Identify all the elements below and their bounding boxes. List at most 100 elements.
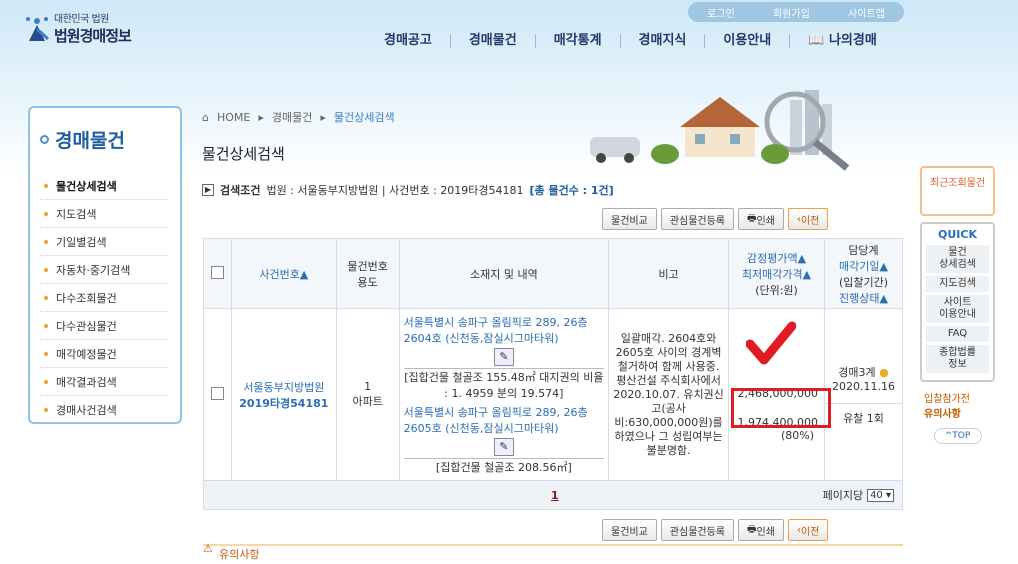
col-date-label: 매각기일: [839, 259, 880, 273]
nav-auction-knowledge[interactable]: 경매지식: [619, 34, 705, 48]
top-label: TOP: [952, 431, 971, 441]
col-min-price-label: 최저매각가격: [741, 267, 803, 281]
col-period-label: (입찰기간): [838, 275, 889, 289]
col-item-label: 물건번호: [347, 259, 388, 273]
col-case-no[interactable]: 사건번호▲: [230, 238, 337, 309]
search-condition: ▶ 검색조건 법원 : 서울동부지방법원 | 사건번호 : 2019타경5418…: [202, 182, 614, 198]
side-item-date-search[interactable]: 기일별검색: [40, 228, 168, 256]
site-logo[interactable]: 대한민국 법원 법원경매정보: [20, 10, 132, 46]
per-page-label: 페이지당: [822, 489, 864, 502]
nav-my-auction-label: 나의경매: [828, 33, 877, 48]
min-price-percent: (80%): [780, 429, 814, 442]
case-court: 서울동부지방법원: [243, 380, 325, 394]
toolbar-bottom: 물건비교 관심물건등록 🖶 인쇄 ‹ 이전: [602, 519, 829, 541]
status-value: 유찰 1회: [825, 402, 902, 426]
chevron-right-icon: ▸: [258, 110, 264, 124]
register-interest-button[interactable]: 관심물건등록: [660, 208, 735, 230]
recent-items[interactable]: 최근조회물건: [920, 166, 995, 216]
side-menu: 경매물건 물건상세검색 지도검색 기일별검색 자동차·중기검색 다수조회물건 다…: [28, 106, 182, 424]
court-logo-icon: [20, 11, 54, 45]
utility-nav: 로그인 회원가입 사이트맵: [688, 2, 904, 22]
side-item-results[interactable]: 매각결과검색: [40, 368, 168, 396]
quick-site-guide[interactable]: 사이트 이용안내: [926, 295, 989, 323]
notice-section: ⚠ 유의사항: [203, 542, 903, 564]
side-item-most-viewed[interactable]: 다수조회물건: [40, 284, 168, 312]
page-title: 물건상세검색: [202, 145, 285, 163]
quick-legal-info[interactable]: 종합법률 정보: [926, 345, 989, 373]
address-link-2[interactable]: 서울특별시 송파구 올림픽로 289, 26층2605호 (신천동,잠실시그마타…: [404, 404, 605, 436]
bid-notice-link[interactable]: 입찰참가전 유의사항: [920, 388, 995, 422]
quick-detail-search[interactable]: 물건 상세검색: [926, 245, 989, 273]
per-page-select[interactable]: 40 ▾: [867, 488, 894, 502]
schedule-cell: 경매3계 ● 2020.11.16 유찰 1회: [824, 308, 903, 481]
quick-map-search[interactable]: 지도검색: [926, 276, 989, 292]
address-link-1[interactable]: 서울특별시 송파구 올림픽로 289, 26층2604호 (신천동,잠실시그마타…: [404, 314, 605, 346]
logo-title: 법원경매정보: [54, 27, 132, 45]
logo-subtitle: 대한민국 법원: [54, 14, 109, 25]
printer-icon: 🖶: [747, 523, 757, 535]
house-illustration: [590, 90, 850, 171]
detail-1: [집합건물 철골조 155.48㎡ 대지권의 비율 : 1. 4959 분의 1…: [403, 368, 605, 401]
crumb-items[interactable]: 경매물건: [272, 109, 312, 125]
select-all-cell: [203, 238, 232, 309]
col-unit-label: (단위:원): [755, 283, 798, 297]
quick-faq[interactable]: FAQ: [926, 326, 989, 342]
case-cell[interactable]: 서울동부지방법원 2019타경54181: [230, 308, 337, 481]
toolbar-top: 물건비교 관심물건등록 🖶 인쇄 ‹ 이전: [602, 208, 829, 230]
side-item-detail-search[interactable]: 물건상세검색: [40, 172, 168, 200]
crumb-current: 물건상세검색: [333, 111, 395, 124]
side-item-label: 지도검색: [56, 207, 97, 221]
compare-button[interactable]: 물건비교: [602, 208, 657, 230]
chevron-right-icon: ▸: [320, 110, 326, 124]
print-button[interactable]: 🖶 인쇄: [738, 519, 784, 541]
login-link[interactable]: 로그인: [707, 5, 735, 20]
prev-button[interactable]: ‹ 이전: [787, 208, 829, 230]
item-usage: 아파트: [352, 395, 383, 408]
side-item-label: 매각예정물건: [56, 347, 117, 361]
top-button[interactable]: ^TOP: [933, 428, 982, 444]
quick-links: QUICK 물건 상세검색 지도검색 사이트 이용안내 FAQ 종합법률 정보: [920, 222, 995, 382]
side-item-case-search[interactable]: 경매사건검색: [40, 396, 168, 424]
prev-button[interactable]: ‹ 이전: [787, 519, 829, 541]
sitemap-link[interactable]: 사이트맵: [848, 5, 885, 20]
printer-icon: 🖶: [747, 212, 757, 224]
per-page: 페이지당 40 ▾: [823, 487, 894, 503]
side-item-label: 다수관심물건: [56, 319, 117, 333]
prev-label: 이전: [800, 526, 820, 538]
photo-icon[interactable]: ✎: [493, 438, 514, 456]
col-dept[interactable]: 담당계 매각기일▲ (입찰기간) 진행상태▲: [824, 238, 903, 309]
side-item-most-interest[interactable]: 다수관심물건: [40, 312, 168, 340]
select-all-checkbox[interactable]: [210, 265, 224, 279]
col-location: 소재지 및 내역: [398, 238, 610, 309]
nav-auction-items[interactable]: 경매물건: [449, 34, 535, 48]
crumb-home[interactable]: HOME: [217, 111, 250, 124]
compare-button[interactable]: 물건비교: [602, 519, 657, 541]
nav-auction-notice[interactable]: 경매공고: [366, 34, 450, 48]
quick-title: QUICK: [938, 228, 977, 241]
item-cell: 1 아파트: [335, 308, 400, 481]
pagination: 1 페이지당 40 ▾: [203, 480, 903, 510]
nav-guide[interactable]: 이용안내: [704, 34, 789, 48]
nav-sale-stats[interactable]: 매각통계: [534, 34, 620, 48]
location-cell: 서울특별시 송파구 올림픽로 289, 26층2604호 (신천동,잠실시그마타…: [398, 308, 610, 481]
col-price[interactable]: 감정평가액▲ 최저매각가격▲ (단위:원): [728, 238, 825, 309]
side-menu-title-text: 경매물건: [55, 130, 125, 152]
photo-icon[interactable]: ✎: [493, 348, 514, 366]
dept-value: 경매3계: [838, 365, 876, 379]
item-number: 1: [364, 380, 372, 393]
page-1-link[interactable]: 1: [551, 489, 559, 502]
register-interest-button[interactable]: 관심물건등록: [660, 519, 735, 541]
row-checkbox[interactable]: [210, 386, 224, 400]
signup-link[interactable]: 회원가입: [773, 5, 810, 20]
row-check-cell: [203, 308, 232, 481]
dept-line: 경매3계 ●: [825, 364, 902, 380]
bid-notice-line2: 유의사항: [924, 409, 961, 420]
quick-menu: 최근조회물건 QUICK 물건 상세검색 지도검색 사이트 이용안내 FAQ 종…: [920, 166, 995, 444]
print-button[interactable]: 🖶 인쇄: [738, 208, 784, 230]
sort-icon: ▲: [299, 267, 309, 281]
side-item-map-search[interactable]: 지도검색: [40, 200, 168, 228]
nav-my-auction[interactable]: 📖 나의경매: [789, 34, 895, 48]
side-item-vehicle-search[interactable]: 자동차·중기검색: [40, 256, 168, 284]
coin-icon[interactable]: ●: [879, 366, 889, 379]
side-item-scheduled[interactable]: 매각예정물건: [40, 340, 168, 368]
